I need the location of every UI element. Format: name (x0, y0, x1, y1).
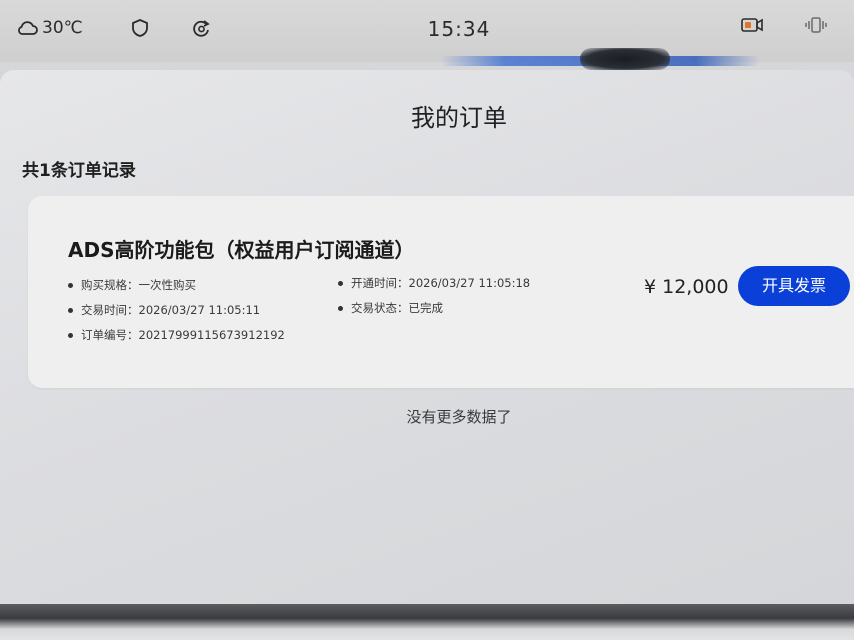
purchase-spec-value: 一次性购买 (138, 278, 197, 292)
order-number: 订单编号： 20217999115673912192 (68, 327, 285, 343)
order-title: ADS高阶功能包（权益用户订阅通道） (68, 238, 415, 262)
screen: 30℃ 15:34 我的订单 共1条订单记录 ADS高阶功能包（权益用户订阅通道… (0, 0, 854, 640)
trade-time: 交易时间： 2026/03/27 11:05:11 (68, 302, 260, 318)
order-card[interactable]: ADS高阶功能包（权益用户订阅通道） 购买规格： 一次性购买 交易时间： 202… (28, 196, 854, 388)
trade-time-label: 交易时间： (81, 303, 139, 317)
order-number-label: 订单编号： (81, 328, 139, 342)
start-time-label: 开通时间： (351, 276, 409, 290)
bottom-bezel (0, 604, 854, 640)
camera-icon (740, 17, 764, 37)
bullet-icon (68, 307, 73, 313)
background-object (580, 48, 670, 70)
vibrate-icon (804, 16, 828, 38)
status-right (740, 16, 828, 38)
trade-status: 交易状态： 已完成 (338, 300, 443, 316)
start-time: 开通时间： 2026/03/27 11:05:18 (338, 275, 530, 291)
start-time-value: 2026/03/27 11:05:18 (408, 276, 531, 290)
issue-invoice-button[interactable]: 开具发票 (738, 266, 850, 306)
page-title: 我的订单 (411, 104, 507, 132)
trade-status-label: 交易状态： (351, 301, 409, 315)
bullet-icon (338, 305, 343, 311)
bullet-icon (68, 282, 73, 288)
status-bar: 30℃ 15:34 (0, 0, 854, 70)
record-count: 共1条订单记录 (22, 161, 136, 181)
trade-status-value: 已完成 (408, 301, 444, 315)
trade-time-value: 2026/03/27 11:05:11 (138, 303, 261, 317)
purchase-spec: 购买规格： 一次性购买 (68, 277, 196, 293)
no-more-data: 没有更多数据了 (406, 408, 512, 426)
order-price: ¥ 12,000 (644, 276, 729, 298)
purchase-spec-label: 购买规格： (81, 278, 139, 292)
status-time: 15:34 (427, 17, 491, 41)
order-number-value: 20217999115673912192 (138, 328, 285, 342)
bullet-icon (68, 332, 73, 338)
bullet-icon (338, 280, 343, 286)
